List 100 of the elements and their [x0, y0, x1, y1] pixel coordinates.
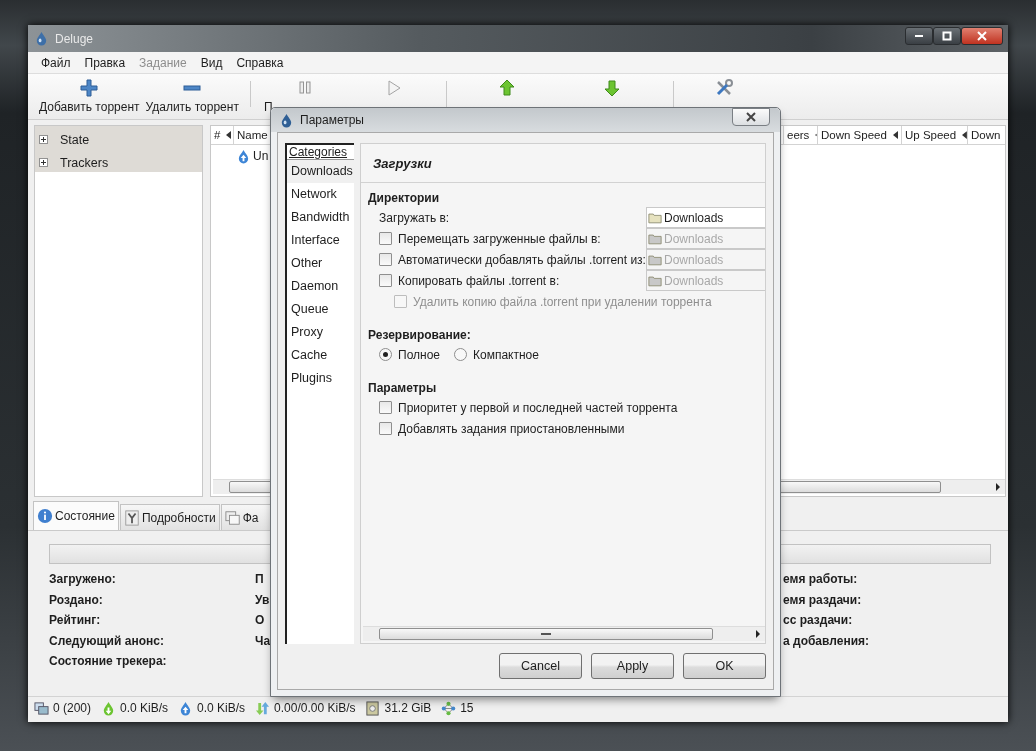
drop-icon [279, 112, 294, 128]
category-item[interactable]: Other [287, 252, 354, 275]
category-item[interactable]: Queue [287, 298, 354, 321]
sidebar-item[interactable]: State [60, 132, 90, 147]
checkbox[interactable] [379, 401, 392, 414]
category-item[interactable]: Plugins [287, 367, 354, 390]
up-arrow-icon [498, 79, 517, 97]
close-button[interactable] [732, 108, 770, 126]
scroll-right-icon[interactable] [755, 630, 761, 638]
folder-icon [648, 274, 662, 287]
info-icon [37, 508, 53, 524]
minimize-button[interactable] [905, 26, 933, 45]
close-icon [745, 112, 757, 122]
status-text: 0.00/0.00 KiB/s [274, 701, 356, 715]
field-label: О [255, 612, 265, 630]
field-label: Ча [255, 632, 271, 650]
torrent-name[interactable]: Un [253, 149, 269, 163]
drop-icon [237, 148, 250, 164]
monitors-icon [34, 700, 49, 716]
close-icon [976, 30, 988, 41]
field-label: Состояние трекера: [49, 653, 167, 671]
scroll-right-icon[interactable] [995, 483, 1001, 491]
column-header[interactable]: Down Speed [818, 126, 902, 144]
checkbox[interactable] [379, 253, 392, 266]
menu-item[interactable]: Правка [77, 55, 133, 70]
column-arrow-icon [226, 131, 232, 139]
plus-icon [80, 79, 99, 97]
close-button[interactable] [961, 26, 1003, 45]
checkbox[interactable] [379, 232, 392, 245]
dialog-button[interactable]: OK [683, 653, 766, 679]
drop-icon [34, 31, 49, 46]
category-item[interactable]: Cache [287, 344, 354, 367]
maximize-icon [941, 30, 953, 41]
column-header[interactable]: # [211, 126, 234, 144]
horizontal-scrollbar[interactable] [363, 626, 765, 641]
expander-icon[interactable] [39, 158, 48, 167]
field-label: Рейтинг: [49, 612, 101, 630]
option-label: Компактное [473, 347, 539, 362]
menu-item[interactable]: Справка [229, 55, 291, 70]
maximize-button[interactable] [933, 26, 961, 45]
status-text: 15 [460, 701, 474, 715]
up-down-arrows-icon [255, 700, 271, 716]
window-title: Deluge [55, 31, 94, 46]
category-item[interactable]: Network [287, 183, 354, 206]
field-label: сс раздачи: [783, 612, 853, 630]
field-label: емя работы: [783, 571, 858, 588]
radio-button[interactable] [379, 348, 392, 361]
option-label: Перемещать загруженные файлы в: [398, 231, 601, 246]
option-label: Полное [398, 347, 440, 362]
column-header[interactable]: Down [968, 126, 1005, 144]
option-label: Приоритет у первой и последней частей торрента [398, 400, 678, 415]
category-item[interactable]: Bandwidth [287, 206, 354, 229]
files-icon [224, 509, 241, 526]
field-label: Ув [255, 591, 270, 609]
toolbar-button[interactable]: Добавить торрент [36, 79, 143, 114]
radio-button[interactable] [454, 348, 467, 361]
column-header[interactable]: eers [784, 126, 818, 144]
status-text: 0.0 KiB/s [197, 701, 246, 715]
sidebar-item[interactable]: Trackers [60, 155, 109, 170]
column-header[interactable]: Up Speed [902, 126, 968, 144]
option-label: Копировать файлы .torrent в: [398, 273, 560, 288]
section-title: Резервирование: [368, 328, 472, 344]
expander-icon[interactable] [39, 135, 48, 144]
section-title: Директории [368, 191, 441, 207]
column-arrow-icon [892, 131, 898, 139]
column-arrow-icon [815, 131, 817, 139]
dialog-button[interactable]: Cancel [499, 653, 582, 679]
category-item[interactable]: Proxy [287, 321, 354, 344]
menu-item[interactable]: Файл [34, 55, 78, 70]
option-label: Добавлять задания приостановленными [398, 421, 625, 436]
tools-icon [715, 79, 734, 97]
field-label: Роздано: [49, 591, 103, 609]
menu-item[interactable]: Вид [193, 55, 230, 70]
section-title: Параметры [368, 381, 438, 397]
checkbox[interactable] [379, 274, 392, 287]
field-label: а добавления: [783, 632, 870, 650]
folder-icon [648, 253, 662, 266]
tab[interactable]: Подробности [119, 504, 220, 530]
dialog-button[interactable]: Apply [591, 653, 674, 679]
status-text: 0 (200) [53, 701, 92, 715]
folder-icon [648, 232, 662, 245]
page-title: Загрузки [372, 155, 433, 173]
checkbox[interactable] [379, 422, 392, 435]
field-label: П [255, 571, 264, 588]
tab[interactable]: Состояние [33, 501, 119, 530]
field-label: Загружено: [49, 571, 116, 588]
network-nodes-icon [441, 700, 457, 716]
category-item[interactable]: Daemon [287, 275, 354, 298]
folder-field[interactable]: Downloads [646, 207, 765, 228]
category-item[interactable]: Downloads [287, 160, 354, 183]
dialog-title: Параметры [300, 113, 364, 127]
option-label: Загружать в: [379, 210, 450, 225]
down-arrow-icon [603, 79, 622, 97]
option-label: Автоматически добавлять файлы .torrent из: [398, 252, 646, 267]
folder-icon [648, 211, 662, 224]
toolbar-button[interactable]: Удалить торрент [142, 79, 242, 114]
field-label: Следующий анонс: [49, 632, 164, 650]
status-text: 0.0 KiB/s [120, 701, 169, 715]
status-text: 31.2 GiB [384, 701, 432, 715]
category-item[interactable]: Interface [287, 229, 354, 252]
